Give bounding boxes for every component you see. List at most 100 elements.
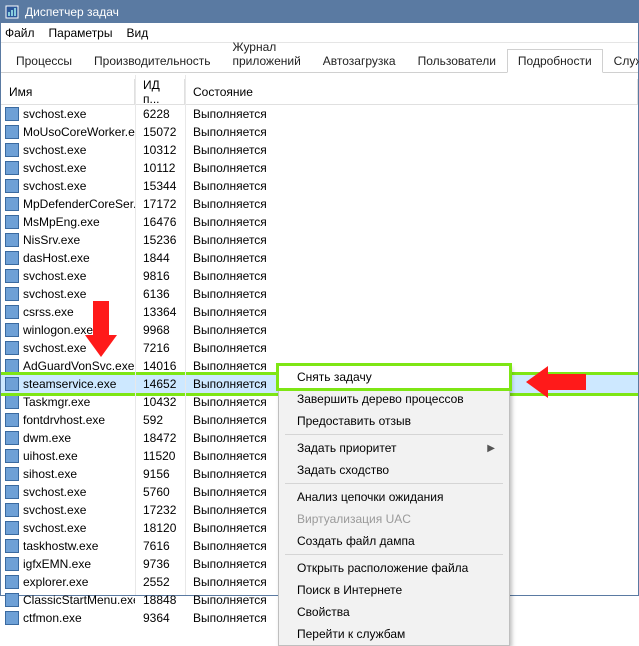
process-name: svchost.exe [23, 179, 86, 193]
process-name: svchost.exe [23, 521, 86, 535]
process-pid: 18472 [135, 431, 185, 445]
menu-item[interactable]: Перейти к службам [279, 623, 509, 645]
col-state[interactable]: Состояние [185, 79, 638, 104]
process-pid: 7216 [135, 341, 185, 355]
window-title: Диспетчер задач [25, 5, 119, 19]
process-pid: 9736 [135, 557, 185, 571]
process-state: Выполняется [185, 197, 638, 211]
process-icon [5, 125, 19, 139]
process-icon [5, 557, 19, 571]
process-name: svchost.exe [23, 485, 86, 499]
taskmgr-icon [5, 5, 19, 19]
table-row[interactable]: svchost.exe10112Выполняется [1, 159, 638, 177]
menu-item-label: Анализ цепочки ожидания [297, 490, 443, 504]
tab-4[interactable]: Пользователи [407, 49, 507, 72]
menu-item-label: Задать сходство [297, 463, 389, 477]
process-icon [5, 143, 19, 157]
menu-item[interactable]: Свойства [279, 601, 509, 623]
process-pid: 9968 [135, 323, 185, 337]
col-name[interactable]: Имя [1, 79, 135, 104]
tab-1[interactable]: Производительность [83, 49, 221, 72]
process-pid: 18120 [135, 521, 185, 535]
process-name: dwm.exe [23, 431, 71, 445]
menu-item[interactable]: Задать сходство [279, 459, 509, 481]
menu-item[interactable]: Предоставить отзыв [279, 410, 509, 432]
process-state: Выполняется [185, 125, 638, 139]
process-name: igfxEMN.exe [23, 557, 91, 571]
menu-item[interactable]: Создать файл дампа [279, 530, 509, 552]
menu-item[interactable]: Задать приоритет ▶ [279, 437, 509, 459]
process-pid: 10432 [135, 395, 185, 409]
col-pid[interactable]: ИД п... [135, 79, 185, 104]
process-pid: 11520 [135, 449, 185, 463]
process-pid: 7616 [135, 539, 185, 553]
menu-item-label: Свойства [297, 605, 350, 619]
menubar: Файл Параметры Вид [1, 23, 638, 43]
table-row[interactable]: svchost.exe10312Выполняется [1, 141, 638, 159]
process-state: Выполняется [185, 179, 638, 193]
context-menu[interactable]: Снять задачуЗавершить дерево процессовПр… [278, 365, 510, 646]
process-state: Выполняется [185, 305, 638, 319]
process-icon [5, 107, 19, 121]
tab-0[interactable]: Процессы [5, 49, 83, 72]
process-state: Выполняется [185, 341, 638, 355]
menu-item[interactable]: Открыть расположение файла [279, 557, 509, 579]
titlebar[interactable]: Диспетчер задач [1, 1, 638, 23]
process-icon [5, 233, 19, 247]
menu-separator [285, 554, 503, 555]
process-pid: 1844 [135, 251, 185, 265]
process-pid: 17172 [135, 197, 185, 211]
menu-item-label: Задать приоритет [297, 441, 396, 455]
table-row[interactable]: svchost.exe 15344Выполняется [1, 177, 638, 195]
process-name: AdGuardVonSvc.exe [23, 359, 134, 373]
tab-bar: ПроцессыПроизводительностьЖурнал приложе… [1, 47, 638, 73]
chevron-right-icon: ▶ [487, 443, 495, 454]
menu-file[interactable]: Файл [5, 26, 35, 40]
table-row[interactable]: svchost.exe6228Выполняется [1, 105, 638, 123]
process-pid: 5760 [135, 485, 185, 499]
process-icon [5, 521, 19, 535]
process-name: winlogon.exe [23, 323, 93, 337]
menu-item-label: Перейти к службам [297, 627, 405, 641]
process-name: MsMpEng.exe [23, 215, 100, 229]
process-pid: 15344 [135, 179, 185, 193]
process-pid: 9364 [135, 611, 185, 625]
tab-6[interactable]: Службы [603, 49, 639, 72]
tab-2[interactable]: Журнал приложений [222, 35, 312, 72]
process-icon [5, 215, 19, 229]
process-pid: 10312 [135, 143, 185, 157]
table-row[interactable]: MsMpEng.exe16476Выполняется [1, 213, 638, 231]
process-icon [5, 485, 19, 499]
process-name: MoUsoCoreWorker.exe [23, 125, 135, 139]
menu-separator [285, 483, 503, 484]
table-row[interactable]: dasHost.exe1844Выполняется [1, 249, 638, 267]
process-icon [5, 449, 19, 463]
table-row[interactable]: MpDefenderCoreSer...17172Выполняется [1, 195, 638, 213]
process-state: Выполняется [185, 107, 638, 121]
process-pid: 18848 [135, 593, 185, 607]
process-name: uihost.exe [23, 449, 78, 463]
process-icon [5, 341, 19, 355]
tab-5[interactable]: Подробности [507, 49, 603, 73]
menu-item[interactable]: Поиск в Интернете [279, 579, 509, 601]
process-icon [5, 611, 19, 625]
menu-item[interactable]: Снять задачу [279, 366, 509, 388]
process-state: Выполняется [185, 251, 638, 265]
process-pid: 15236 [135, 233, 185, 247]
process-state: Выполняется [185, 323, 638, 337]
process-name: MpDefenderCoreSer... [23, 197, 135, 211]
process-state: Выполняется [185, 143, 638, 157]
tab-3[interactable]: Автозагрузка [312, 49, 407, 72]
process-icon [5, 251, 19, 265]
menu-item[interactable]: Завершить дерево процессов [279, 388, 509, 410]
menu-item-label: Создать файл дампа [297, 534, 415, 548]
table-row[interactable]: MoUsoCoreWorker.exe15072Выполняется [1, 123, 638, 141]
column-headers: Имя ИД п... Состояние [1, 79, 638, 105]
menu-item[interactable]: Анализ цепочки ожидания [279, 486, 509, 508]
menu-options[interactable]: Параметры [49, 26, 113, 40]
menu-view[interactable]: Вид [126, 26, 148, 40]
table-row[interactable]: NisSrv.exe15236Выполняется [1, 231, 638, 249]
process-icon [5, 431, 19, 445]
process-state: Выполняется [185, 233, 638, 247]
table-row[interactable]: svchost.exe9816Выполняется [1, 267, 638, 285]
